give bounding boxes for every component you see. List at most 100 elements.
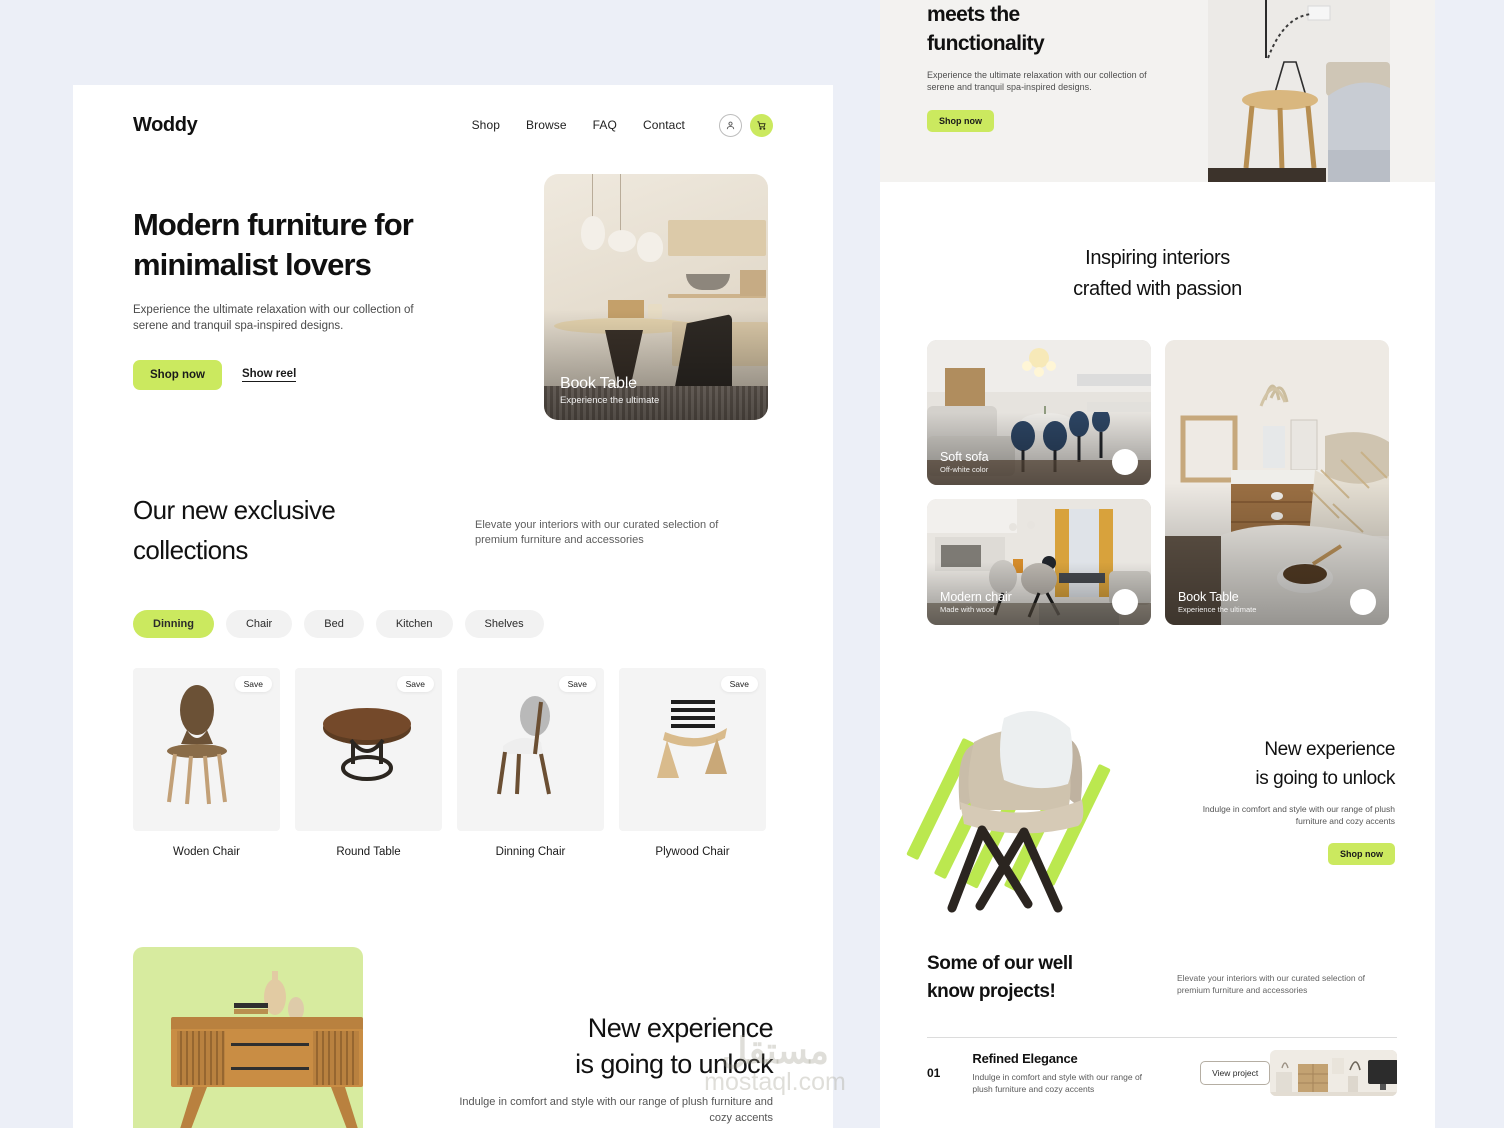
- gallery-heading-line2: crafted with passion: [1073, 278, 1242, 300]
- promo-title-line1: New experience: [587, 1013, 774, 1043]
- project-title: Refined Elegance: [972, 1051, 1078, 1066]
- table-row[interactable]: 01 Refined Elegance Indulge in comfort a…: [927, 1037, 1397, 1112]
- promo-text: New experience is going to unlock Indulg…: [453, 1010, 773, 1126]
- navbar-right: Shop Browse FAQ Contact: [472, 113, 773, 137]
- brand-logo[interactable]: Woddy: [133, 114, 198, 137]
- gallery-card-modern-chair[interactable]: Modern chair Made with wood: [927, 499, 1151, 625]
- view-project-button[interactable]: View project: [1200, 1061, 1271, 1085]
- gallery-card-caption: Modern chair Made with wood: [940, 590, 1012, 614]
- experience-shop-now-button[interactable]: Shop now: [1328, 843, 1395, 865]
- cart-icon[interactable]: [750, 113, 773, 137]
- save-button[interactable]: Save: [720, 676, 758, 692]
- navbar: Woddy Shop Browse FAQ Contact: [133, 105, 773, 145]
- armchair-illustration: [947, 710, 1084, 913]
- product-card[interactable]: Save Plywood Chair: [619, 668, 766, 858]
- product-name: Round Table: [336, 846, 401, 858]
- product-card[interactable]: Save Woden Chair: [133, 668, 280, 858]
- right-hero-section: meets the functionality Experience the u…: [880, 0, 1435, 182]
- collections-title-line2: collections: [133, 535, 248, 565]
- screenshot-stage: Woddy Shop Browse FAQ Contact Modern fur…: [0, 0, 1504, 1128]
- experience-image: [906, 690, 1170, 920]
- project-description: Indulge in comfort and style with our ra…: [972, 1072, 1143, 1094]
- gallery-card-action-button[interactable]: [1350, 589, 1376, 615]
- experience-text: New experience is going to unlock Indulg…: [1170, 735, 1395, 865]
- gallery-card-action-button[interactable]: [1112, 449, 1138, 475]
- gallery-card-action-button[interactable]: [1112, 589, 1138, 615]
- nav-link-contact[interactable]: Contact: [643, 118, 685, 132]
- product-image: Save: [619, 668, 766, 831]
- nav-link-browse[interactable]: Browse: [526, 118, 567, 132]
- right-hero-title: meets the functionality: [927, 0, 1187, 58]
- chip-bed[interactable]: Bed: [304, 610, 364, 638]
- collections-title: Our new exclusive collections: [133, 490, 463, 570]
- save-button[interactable]: Save: [558, 676, 596, 692]
- gallery-card-title: Soft sofa: [940, 450, 989, 464]
- save-button[interactable]: Save: [396, 676, 434, 692]
- right-hero-text: meets the functionality Experience the u…: [927, 0, 1187, 132]
- projects-header: Some of our well know projects! Elevate …: [927, 950, 1397, 1006]
- woden-chair-illustration: [167, 685, 227, 805]
- hero-section: Modern furniture for minimalist lovers E…: [133, 205, 473, 390]
- hero-actions: Shop now Show reel: [133, 360, 473, 390]
- project-info: Refined Elegance Indulge in comfort and …: [972, 1051, 1152, 1095]
- projects-description: Elevate your interiors with our curated …: [1177, 973, 1366, 995]
- chip-dinning[interactable]: Dinning: [133, 610, 214, 638]
- experience-title: New experience is going to unlock: [1170, 735, 1395, 793]
- product-name: Plywood Chair: [655, 846, 730, 858]
- nav-link-faq[interactable]: FAQ: [593, 118, 617, 132]
- gallery-card-soft-sofa[interactable]: Soft sofa Off-white color: [927, 340, 1151, 485]
- bedroom-illustration: [1208, 0, 1390, 182]
- product-card[interactable]: Save Round Table: [295, 668, 442, 858]
- gallery-heading: Inspiring interiors crafted with passion: [880, 243, 1435, 305]
- hero-title: Modern furniture for minimalist lovers: [133, 205, 473, 285]
- chip-shelves[interactable]: Shelves: [464, 610, 544, 638]
- right-hero-title-line2: functionality: [927, 32, 1045, 55]
- projects-title: Some of our well know projects!: [927, 950, 1157, 1006]
- experience-section: New experience is going to unlock Indulg…: [880, 690, 1435, 920]
- right-hero-title-line1: meets the: [927, 3, 1020, 26]
- sideboard-illustration: [171, 971, 363, 1128]
- hero-title-line2: minimalist lovers: [133, 247, 372, 282]
- gallery-card-book-table[interactable]: Book Table Experience the ultimate: [1165, 340, 1389, 625]
- hero-image-card[interactable]: Book Table Experience the ultimate: [544, 174, 768, 420]
- experience-title-line1: New experience: [1264, 739, 1395, 760]
- projects-list: 01 Refined Elegance Indulge in comfort a…: [927, 1037, 1397, 1112]
- project-thumbnail: [1270, 1050, 1397, 1096]
- hero-card-caption: Book Table Experience the ultimate: [560, 375, 659, 406]
- experience-description: Indulge in comfort and style with our ra…: [1202, 804, 1395, 826]
- product-image: Save: [457, 668, 604, 831]
- nav-link-shop[interactable]: Shop: [472, 118, 500, 132]
- show-reel-button[interactable]: Show reel: [241, 368, 297, 382]
- projects-title-line1: Some of our well: [927, 953, 1073, 974]
- promo-image-panel: [133, 947, 363, 1128]
- chip-chair[interactable]: Chair: [225, 610, 293, 638]
- shop-now-button[interactable]: Shop now: [133, 360, 222, 390]
- card-overlay: [1165, 340, 1389, 625]
- product-image: Save: [133, 668, 280, 831]
- right-hero-shop-now-button[interactable]: Shop now: [927, 110, 994, 132]
- right-hero-image: [1208, 0, 1390, 182]
- product-image: Save: [295, 668, 442, 831]
- left-page-mockup: Woddy Shop Browse FAQ Contact Modern fur…: [73, 85, 833, 1128]
- promo-description: Indulge in comfort and style with our ra…: [459, 1096, 773, 1124]
- hero-card-title: Book Table: [560, 375, 637, 392]
- gallery-card-caption: Soft sofa Off-white color: [940, 450, 989, 474]
- product-name: Woden Chair: [173, 846, 240, 858]
- collections-title-line1: Our new exclusive: [133, 495, 336, 525]
- hero-description: Experience the ultimate relaxation with …: [133, 304, 414, 332]
- promo-title: New experience is going to unlock: [453, 1010, 773, 1082]
- dinning-chair-illustration: [497, 696, 551, 795]
- gallery-card-subtitle: Made with wood: [940, 605, 995, 614]
- account-icon[interactable]: [719, 113, 742, 137]
- gallery-card-caption: Book Table Experience the ultimate: [1178, 590, 1256, 614]
- gallery-left-column: Soft sofa Off-white color Modern chair M…: [927, 340, 1151, 625]
- project-number: 01: [927, 1066, 941, 1080]
- collections-description: Elevate your interiors with our curated …: [475, 519, 719, 546]
- product-card[interactable]: Save Dinning Chair: [457, 668, 604, 858]
- gallery-card-title: Book Table: [1178, 590, 1239, 604]
- plywood-chair-illustration: [657, 700, 727, 778]
- save-button[interactable]: Save: [234, 676, 272, 692]
- gallery-card-subtitle: Experience the ultimate: [1178, 605, 1257, 614]
- collections-section: Our new exclusive collections Elevate yo…: [133, 490, 773, 638]
- chip-kitchen[interactable]: Kitchen: [375, 610, 453, 638]
